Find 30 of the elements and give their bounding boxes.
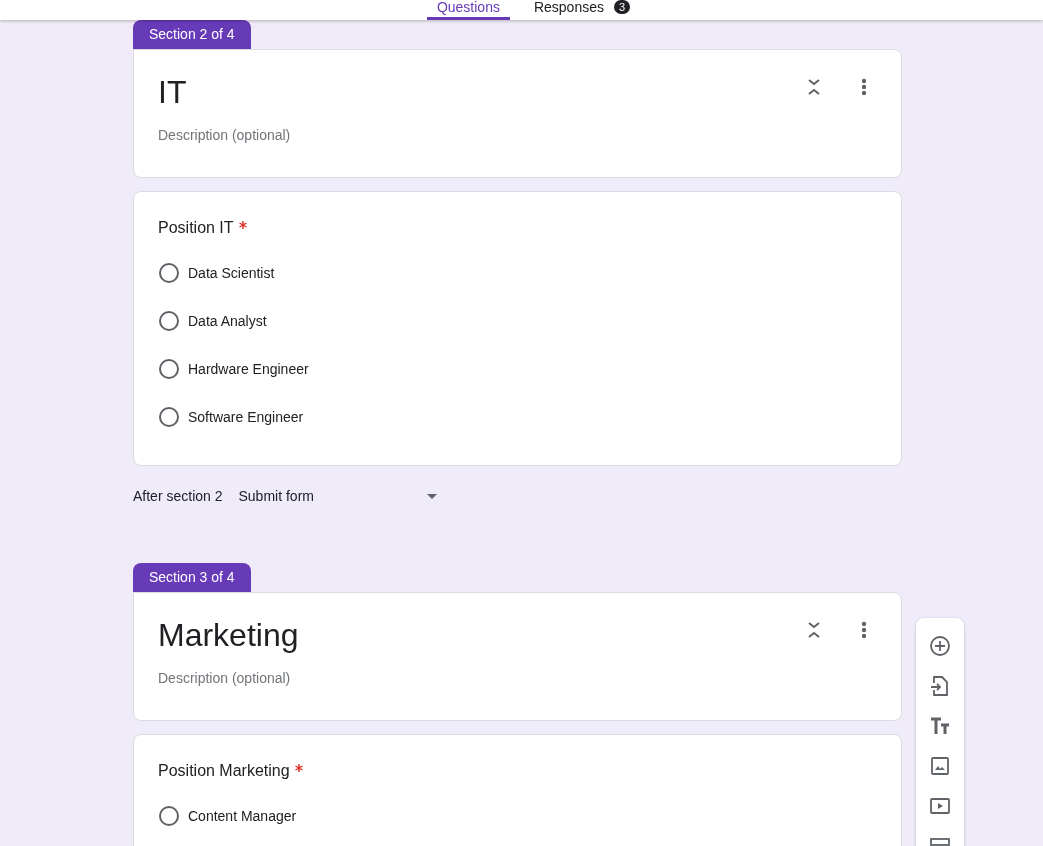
question-title: Position Marketing [158, 761, 290, 781]
more-options-icon[interactable] [861, 621, 867, 639]
section-tag: Section 2 of 4 [133, 20, 251, 49]
description-field[interactable]: Description (optional) [158, 670, 458, 686]
section-tag: Section 3 of 4 [133, 563, 251, 592]
more-options-icon[interactable] [861, 78, 867, 96]
radio-button[interactable] [159, 359, 179, 379]
option-label: Data Analyst [188, 313, 267, 329]
collapse-icon[interactable] [807, 78, 821, 96]
question-title: Position IT [158, 218, 234, 238]
radio-button[interactable] [159, 263, 179, 283]
radio-button[interactable] [159, 407, 179, 427]
add-question-icon[interactable] [928, 634, 952, 658]
option-label: Hardware Engineer [188, 361, 309, 377]
after-section-label: After section 2 [133, 488, 223, 504]
collapse-icon[interactable] [807, 621, 821, 639]
form-tab[interactable]: Questions [426, 0, 510, 20]
image-icon[interactable] [928, 754, 952, 778]
form-tab[interactable]: Responses 3 [523, 0, 641, 20]
dropdown-caret-icon [426, 493, 437, 499]
section-title[interactable]: Marketing [158, 615, 807, 655]
next-section-dropdown[interactable]: Submit form [238, 488, 445, 504]
option-label: Content Manager [188, 808, 297, 824]
description-field[interactable]: Description (optional) [158, 127, 458, 143]
radio-button[interactable] [159, 311, 179, 331]
response-count-badge: 3 [614, 0, 631, 14]
radio-button[interactable] [159, 806, 179, 826]
option-label: Software Engineer [188, 409, 304, 425]
option-label: Data Scientist [188, 265, 275, 281]
section-title[interactable]: IT [158, 72, 807, 112]
